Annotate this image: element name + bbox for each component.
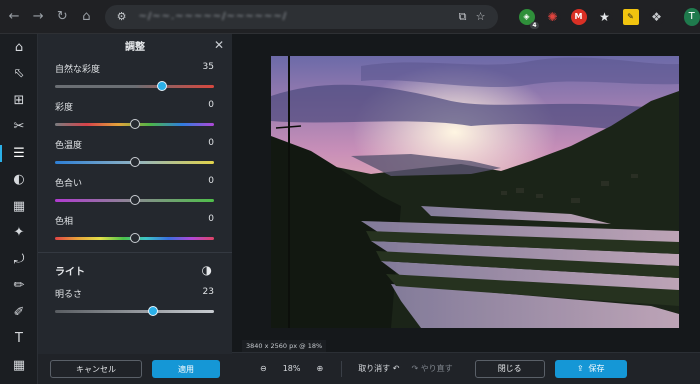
slider-label: 明るさ [55,290,83,300]
bottom-bar: ⊖ 18% ⊕ 取り消す ↶ ↷ やり直す 閉じる ⇪ 保存 [232,352,700,384]
pattern-icon[interactable]: ▦ [0,352,38,379]
slider-saturation[interactable]: 彩度 0 [38,94,232,132]
avatar[interactable]: T [683,7,700,26]
slider-tint[interactable]: 色合い 0 [38,170,232,208]
browser-toolbar: ← → ↻ ⌂ ⚙ ~/~~.~~~~~/~~~~~~/ ⧉ ☆ ◈ 4 ✺ M … [0,0,700,34]
slider-label: 自然な彩度 [55,65,101,75]
crop-icon[interactable]: ⊞ [0,87,38,114]
panel-title: 調整 [125,41,145,53]
bookmark-star-icon[interactable]: ☆ [472,10,490,23]
back-icon[interactable]: ← [4,6,24,28]
adjust-icon[interactable]: ☰ [0,140,38,167]
slider-value[interactable]: 35 [203,62,214,75]
zoom-level[interactable]: 18% [283,364,301,373]
slider-track[interactable] [55,233,214,243]
filter-icon[interactable]: ◐ [0,167,38,194]
canvas-area: 3840 x 2560 px @ 18% [232,34,700,352]
light-section-title: ライト [55,266,85,278]
slider-temperature[interactable]: 色温度 0 [38,132,232,170]
tool-sidebar: ⌂ ⬁ ⊞ ✂ ☰ ◐ ▦ ✦ ⤾ ✏ ✐ T ▦ [0,34,38,384]
texture-icon[interactable]: ▦ [0,193,38,220]
url-text: ~/~~.~~~~~/~~~~~~/ [138,11,288,22]
zoom-out-icon[interactable]: ⊖ [260,364,267,373]
address-bar[interactable]: ⚙ ~/~~.~~~~~/~~~~~~/ ⧉ ☆ [104,4,498,29]
slider-track[interactable] [55,306,214,316]
adjust-panel: 調整 ✕ 自然な彩度 35 彩度 0 色温度 0 色合い 0 色相 0 ライト … [38,34,232,384]
save-button[interactable]: ⇪ 保存 [554,359,627,378]
spiral-icon[interactable]: ⤾ [0,246,38,273]
text-icon[interactable]: T [0,326,38,353]
edited-photo[interactable] [271,56,679,328]
slider-thumb[interactable] [157,81,168,91]
slider-brightness[interactable]: 明るさ 23 [38,287,232,325]
apply-button[interactable]: 適用 [152,360,220,378]
undo-label: 取り消す [358,364,391,373]
extension-star-icon[interactable]: ★ [596,8,613,25]
undo-icon: ↶ [392,364,400,373]
extension-badge: 4 [530,21,539,29]
slider-value[interactable]: 23 [203,287,214,300]
forward-icon[interactable]: → [28,6,48,28]
slider-label: 色合い [55,179,83,189]
slider-thumb[interactable] [129,119,140,129]
light-section-header[interactable]: ライト ◑ [38,253,232,287]
slider-track[interactable] [55,81,214,91]
brush-icon[interactable]: ✐ [0,299,38,326]
extension-red-icon[interactable]: M [570,8,587,25]
install-icon[interactable]: ⧉ [454,10,472,24]
slider-track[interactable] [55,157,214,167]
slider-label: 色相 [55,217,74,227]
slider-thumb[interactable] [129,233,140,243]
slider-value[interactable]: 0 [208,100,214,113]
slider-track[interactable] [55,119,214,129]
slider-thumb[interactable] [129,195,140,205]
cut-icon[interactable]: ✂ [0,114,38,141]
panel-header: 調整 ✕ [38,34,232,56]
save-icon: ⇪ [576,364,584,373]
slider-value[interactable]: 0 [208,214,214,227]
save-label: 保存 [588,364,605,373]
home-icon[interactable]: ⌂ [76,6,96,28]
undo-button[interactable]: 取り消す ↶ [358,363,399,374]
puzzle-icon[interactable]: ❖ [648,8,665,25]
slider-label: 色温度 [55,141,83,151]
redo-button[interactable]: ↷ やり直す [411,363,452,374]
slider-thumb[interactable] [147,306,158,316]
redo-label: やり直す [420,364,453,373]
slider-vibrance[interactable]: 自然な彩度 35 [38,56,232,94]
pencil-icon[interactable]: ✏ [0,273,38,300]
slider-value[interactable]: 0 [208,138,214,151]
cancel-button[interactable]: キャンセル [50,360,142,378]
slider-hue[interactable]: 色相 0 [38,208,232,246]
image-dimensions: 3840 x 2560 px @ 18% [242,340,327,352]
pdf-icon[interactable]: ✺ [544,8,561,25]
slider-track[interactable] [55,195,214,205]
close-icon[interactable]: ✕ [214,38,224,52]
select-icon[interactable]: ⬁ [0,61,38,88]
panel-footer: キャンセル 適用 [38,354,232,384]
extension-shield-icon[interactable]: ◈ 4 [518,8,539,29]
extension-note-icon[interactable]: ✎ [622,8,639,25]
effects-icon[interactable]: ✦ [0,220,38,247]
home-tool-icon[interactable]: ⌂ [0,34,38,61]
slider-value[interactable]: 0 [208,176,214,189]
slider-thumb[interactable] [129,157,140,167]
close-button[interactable]: 閉じる [474,359,545,378]
zoom-in-icon[interactable]: ⊕ [316,364,323,373]
slider-label: 彩度 [55,103,74,113]
divider [341,360,343,377]
site-settings-icon[interactable]: ⚙ [113,10,131,23]
contrast-icon[interactable]: ◑ [202,263,212,277]
redo-icon: ↷ [411,364,419,373]
reload-icon[interactable]: ↻ [52,6,72,28]
